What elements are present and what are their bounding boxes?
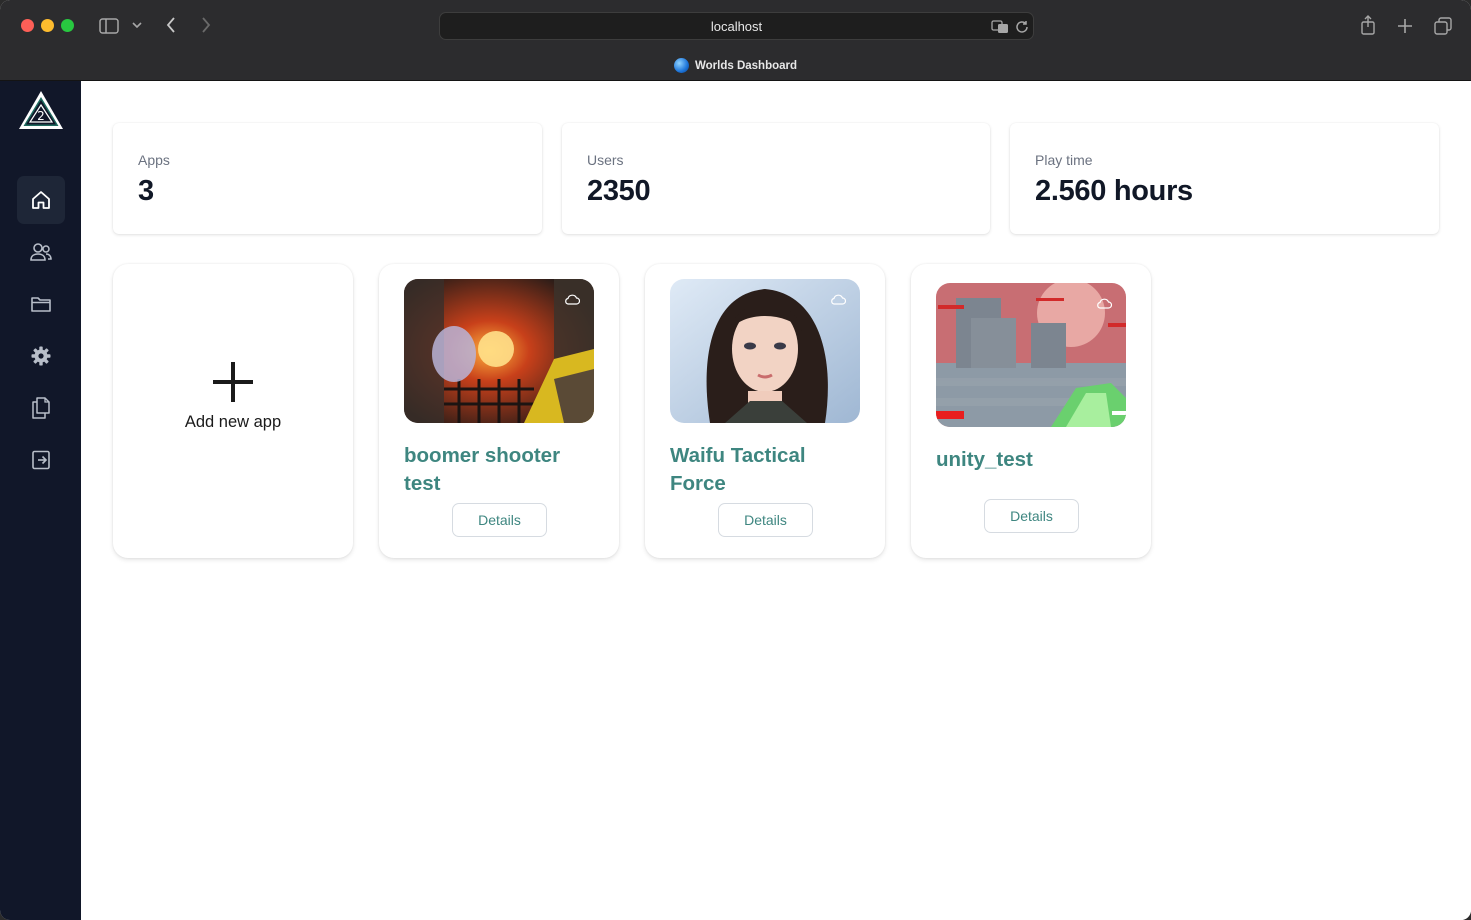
browser-window: localhost Worlds Dashboard 2 Apps 3 User…: [0, 0, 1471, 920]
address-bar[interactable]: localhost: [439, 12, 1034, 40]
app-card: boomer shooter test Details: [379, 264, 619, 558]
app-title: unity_test: [936, 448, 1033, 471]
sidebar: 2: [0, 81, 81, 920]
add-new-app-label: Add new app: [184, 413, 282, 431]
tab-title: Worlds Dashboard: [694, 59, 798, 72]
share-icon[interactable]: [1358, 14, 1378, 36]
back-arrow-icon[interactable]: [162, 15, 180, 35]
add-new-app-card[interactable]: Add new app: [113, 264, 353, 558]
users-icon: [30, 243, 52, 261]
browser-toolbar: localhost Worlds Dashboard: [0, 0, 1471, 81]
svg-text:2: 2: [37, 109, 45, 123]
documents-icon: [32, 397, 50, 419]
translate-icon[interactable]: [991, 19, 1009, 35]
app-thumbnail: [404, 279, 594, 423]
globe-icon: [673, 58, 689, 73]
sidebar-toggle-icon[interactable]: [97, 16, 121, 36]
logo-icon[interactable]: 2: [17, 89, 65, 131]
app-thumbnail: [670, 279, 860, 423]
details-button[interactable]: Details: [452, 503, 547, 537]
folder-icon: [31, 297, 51, 312]
app-card: unity_test Details: [911, 264, 1151, 558]
logout-icon: [32, 450, 50, 470]
new-tab-icon[interactable]: [1395, 16, 1415, 36]
home-icon: [32, 191, 50, 209]
gear-icon: [31, 346, 51, 366]
stat-card-playtime: Play time 2.560 hours: [1010, 123, 1439, 234]
app-thumbnail: [936, 283, 1126, 427]
sidebar-item-settings[interactable]: [17, 332, 65, 380]
close-window-button[interactable]: [21, 19, 34, 32]
reload-icon[interactable]: [1014, 18, 1030, 36]
details-button[interactable]: Details: [718, 503, 813, 537]
url-text: localhost: [710, 19, 763, 34]
stat-value: 3: [138, 175, 154, 207]
stat-label: Users: [587, 152, 624, 168]
chevron-down-icon[interactable]: [130, 18, 144, 32]
stat-card-users: Users 2350: [562, 123, 990, 234]
plus-icon: [213, 362, 253, 402]
maximize-window-button[interactable]: [61, 19, 74, 32]
main-content: Apps 3 Users 2350 Play time 2.560 hours …: [81, 81, 1471, 920]
app-title: Waifu Tactical Force: [670, 444, 806, 495]
active-tab[interactable]: Worlds Dashboard: [0, 58, 1471, 73]
app-card: Waifu Tactical Force Details: [645, 264, 885, 558]
sidebar-item-logout[interactable]: [17, 436, 65, 484]
tab-overview-icon[interactable]: [1432, 15, 1454, 37]
details-button[interactable]: Details: [984, 499, 1079, 533]
sidebar-item-home[interactable]: [17, 176, 65, 224]
stat-value: 2.560 hours: [1035, 175, 1193, 207]
minimize-window-button[interactable]: [41, 19, 54, 32]
sidebar-item-users[interactable]: [17, 228, 65, 276]
app-title: boomer shooter test: [404, 444, 561, 495]
stat-card-apps: Apps 3: [113, 123, 542, 234]
forward-arrow-icon[interactable]: [197, 15, 215, 35]
sidebar-item-documents[interactable]: [17, 384, 65, 432]
sidebar-item-projects[interactable]: [17, 280, 65, 328]
stat-label: Apps: [138, 152, 170, 168]
cloud-icon: [1097, 298, 1112, 309]
cloud-icon: [565, 294, 580, 305]
stat-value: 2350: [587, 175, 651, 207]
stat-label: Play time: [1035, 152, 1093, 168]
cloud-icon: [831, 294, 846, 305]
